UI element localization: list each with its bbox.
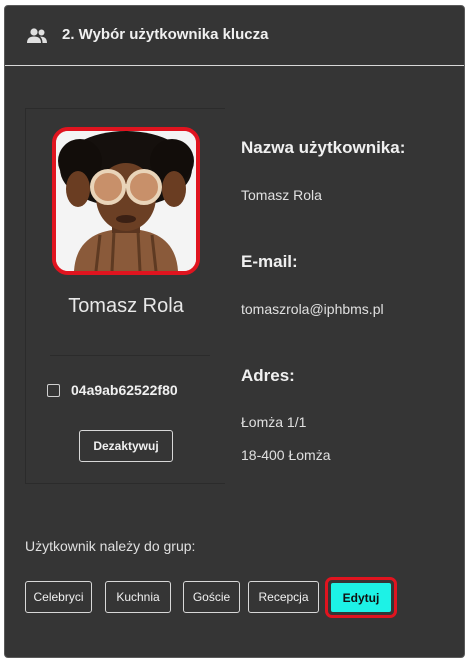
panel-header: 2. Wybór użytkownika klucza <box>5 6 464 66</box>
key-checkbox[interactable] <box>47 384 60 397</box>
users-icon <box>27 28 47 43</box>
group-tag-celebryci[interactable]: Celebryci <box>25 581 92 613</box>
edit-groups-button[interactable]: Edytuj <box>331 583 391 612</box>
address-line-2: 18-400 Łomża <box>241 447 331 463</box>
group-tag-recepcja[interactable]: Recepcja <box>248 581 319 613</box>
card-user-name: Tomasz Rola <box>68 295 184 317</box>
group-tag-goscie[interactable]: Goście <box>183 581 240 613</box>
user-selection-panel: 2. Wybór użytkownika klucza Tomasz Rola … <box>4 5 465 658</box>
group-tag-kuchnia[interactable]: Kuchnia <box>105 581 171 613</box>
avatar-photo <box>56 131 196 271</box>
deactivate-button[interactable]: Dezaktywuj <box>79 430 173 462</box>
edit-button-highlight: Edytuj <box>325 577 397 618</box>
panel-title: 2. Wybór użytkownika klucza <box>62 26 269 43</box>
name-label: Nazwa użytkownika: <box>241 138 406 157</box>
address-label: Adres: <box>241 366 295 385</box>
email-value: tomaszrola@iphbms.pl <box>241 301 384 317</box>
user-card: Tomasz Rola 04a9ab62522f80 Dezaktywuj <box>25 108 225 484</box>
groups-label: Użytkownik należy do grup: <box>25 538 196 554</box>
card-divider <box>50 355 210 356</box>
key-id: 04a9ab62522f80 <box>71 382 178 398</box>
name-value: Tomasz Rola <box>241 187 322 203</box>
email-label: E-mail: <box>241 252 298 271</box>
address-line-1: Łomża 1/1 <box>241 414 307 430</box>
avatar <box>52 127 200 275</box>
